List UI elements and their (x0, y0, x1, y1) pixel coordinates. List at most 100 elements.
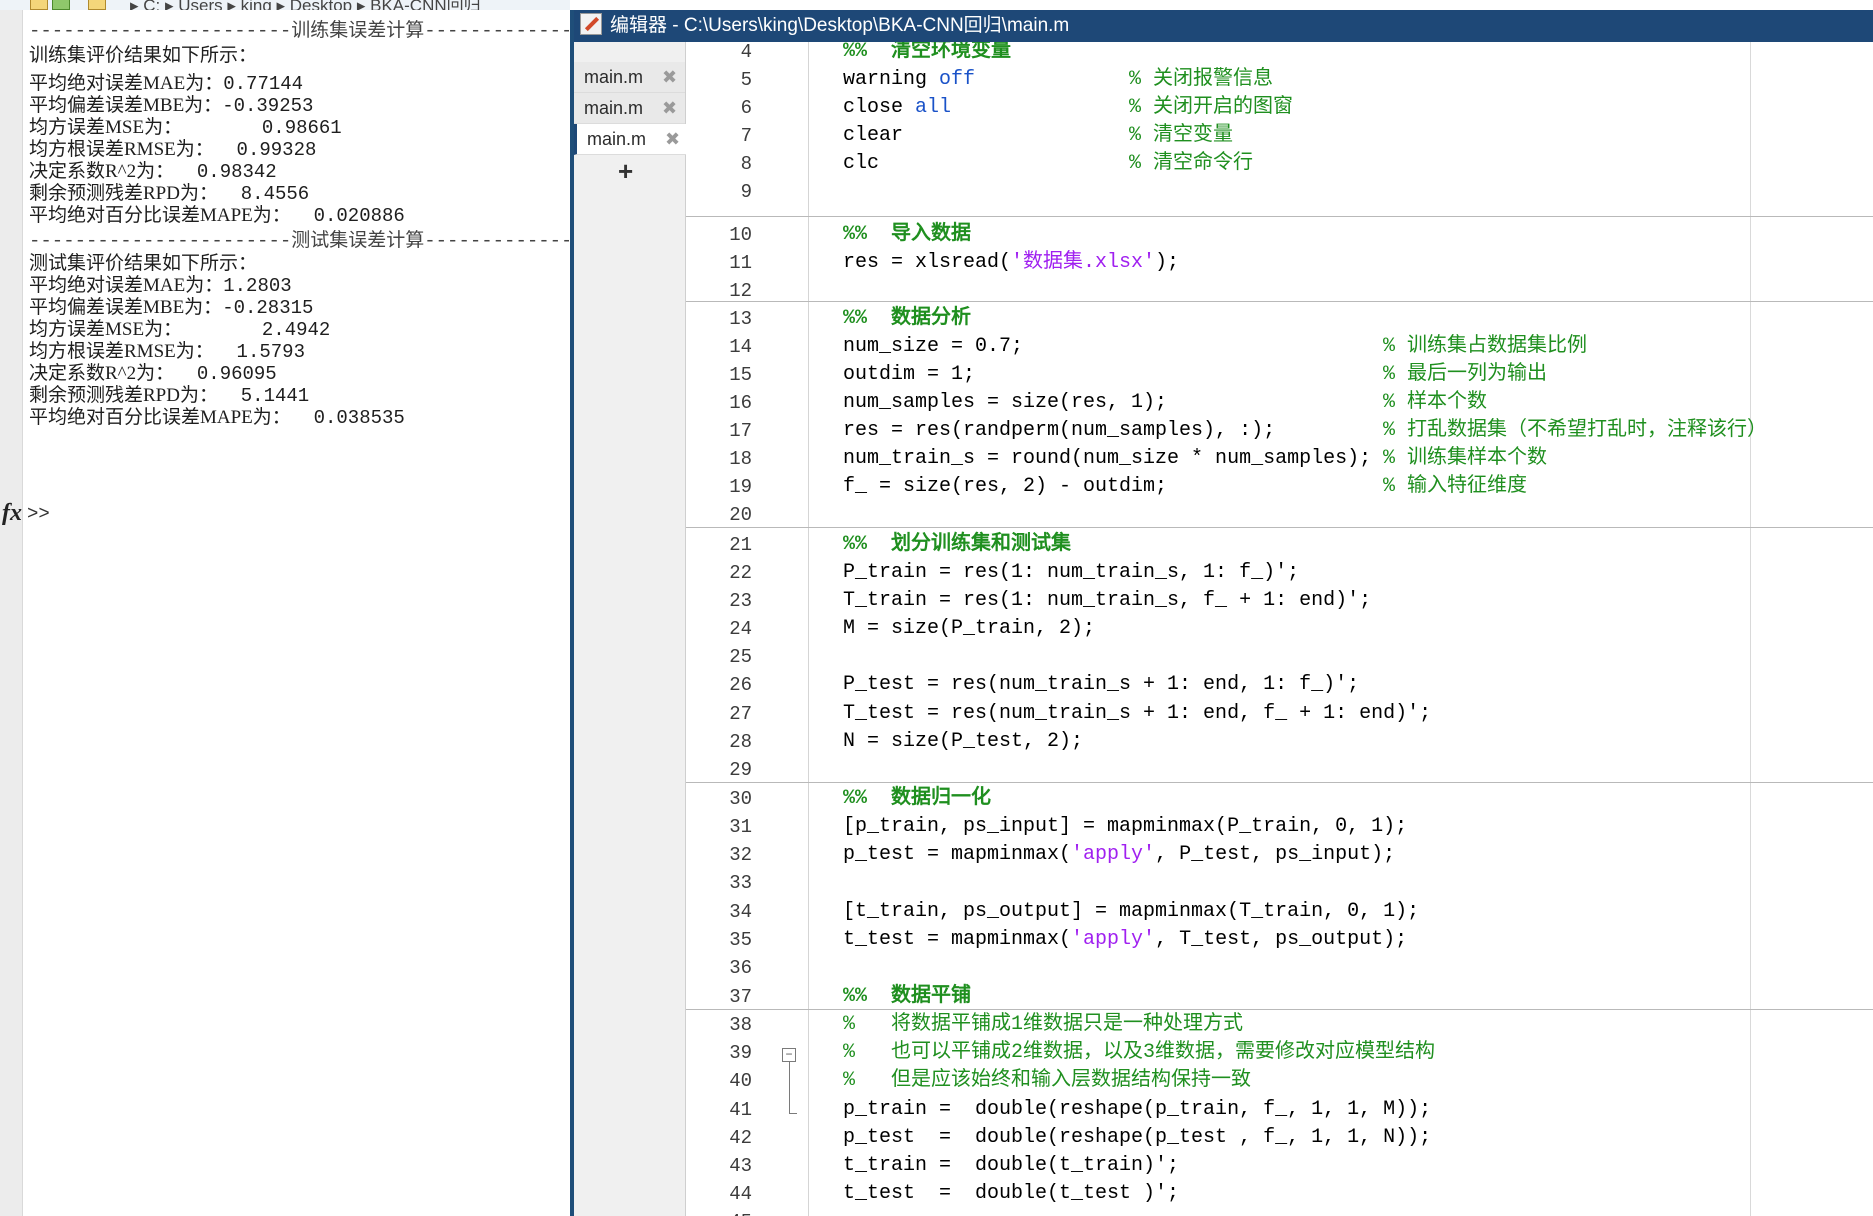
line-number: 37 (729, 986, 752, 1008)
code-line-7[interactable]: clear (843, 122, 903, 150)
line-number: 18 (729, 448, 752, 470)
comment-line-14: % 训练集占数据集比例 (1383, 335, 1588, 358)
line-number: 20 (729, 504, 752, 526)
line-number: 27 (729, 703, 752, 725)
code-line-17[interactable]: res = res(randperm(num_samples), :); (843, 417, 1275, 445)
comment-line-16: % 样本个数 (1383, 391, 1488, 414)
line-number: 5 (740, 69, 752, 91)
train-header: -----------------------训练集误差计算----------… (29, 20, 569, 41)
line-number: 13 (729, 308, 752, 330)
line-number: 16 (729, 392, 752, 414)
line-number: 28 (729, 731, 752, 753)
line-number: 14 (729, 336, 752, 358)
editor-title: 编辑器 - C:\Users\king\Desktop\BKA-CNN回归\ma… (610, 15, 1070, 36)
add-tab-button[interactable]: + (618, 156, 633, 187)
right-margin-line (1750, 42, 1751, 1216)
comment-line-19: % 输入特征维度 (1383, 475, 1528, 498)
code-line-27[interactable]: T_test = res(num_train_s + 1: end, f_ + … (843, 700, 1431, 728)
command-prompt[interactable]: >> (27, 503, 50, 525)
code-line-14[interactable]: num_size = 0.7; (843, 333, 1023, 361)
fx-icon[interactable]: fx (2, 500, 22, 527)
line-number: 25 (729, 646, 752, 668)
fold-toggle-icon[interactable]: − (782, 1048, 796, 1062)
code-line-6[interactable]: close all (843, 94, 951, 122)
line-number: 4 (740, 42, 752, 63)
tab-main-2[interactable]: main.m ✖ (574, 93, 685, 124)
test-header: -----------------------测试集误差计算----------… (29, 230, 569, 251)
code-line-30[interactable]: %% 数据归一化 (843, 785, 991, 813)
comment-line-8: % 清空命令行 (1129, 152, 1254, 175)
line-number: 17 (729, 420, 752, 442)
code-line-37[interactable]: %% 数据平铺 (843, 983, 971, 1011)
comment-line-40: % 但是应该始终和输入层数据结构保持一致 (843, 1069, 1252, 1092)
comment-line-18: % 训练集样本个数 (1383, 447, 1548, 470)
code-line-43[interactable]: t_train = double(t_train)'; (843, 1152, 1179, 1180)
code-line-28[interactable]: N = size(P_test, 2); (843, 728, 1083, 756)
comment-line-6: % 关闭开启的图窗 (1129, 96, 1294, 119)
code-line-35[interactable]: t_test = mapminmax('apply', T_test, ps_o… (843, 926, 1407, 954)
line-number: 38 (729, 1014, 752, 1036)
line-number: 24 (729, 618, 752, 640)
code-line-18[interactable]: num_train_s = round(num_size * num_sampl… (843, 445, 1371, 473)
code-line-8[interactable]: clc (843, 150, 879, 178)
code-line-10[interactable]: %% 导入数据 (843, 221, 971, 249)
code-line-13[interactable]: %% 数据分析 (843, 305, 971, 333)
code-editor[interactable]: 4 5 6 7 8 9 10 11 12 13 14 15 16 17 18 19 20 21 22 23 24 25 26… (686, 42, 1873, 1216)
editor-title-bar: 编辑器 - C:\Users\king\Desktop\BKA-CNN回归\ma… (574, 10, 1873, 42)
test-mape: 平均绝对百分比误差MAPE为： 0.038535 (29, 407, 405, 429)
line-number: 39 (729, 1042, 752, 1064)
line-number: 21 (729, 534, 752, 556)
line-number: 8 (740, 153, 752, 175)
code-line-32[interactable]: p_test = mapminmax('apply', P_test, ps_i… (843, 841, 1395, 869)
line-number: 40 (729, 1070, 752, 1092)
code-line-19[interactable]: f_ = size(res, 2) - outdim; (843, 473, 1167, 501)
line-number: 33 (729, 872, 752, 894)
line-number: 44 (729, 1183, 752, 1205)
code-line-15[interactable]: outdim = 1; (843, 361, 975, 389)
code-line-4[interactable]: %% 清空环境变量 (843, 42, 1011, 66)
command-window-gutter (0, 10, 23, 1216)
cell-separator (686, 216, 1873, 217)
line-number: 10 (729, 224, 752, 246)
line-number: 32 (729, 844, 752, 866)
code-line-44[interactable]: t_test = double(t_test )'; (843, 1180, 1179, 1208)
code-line-16[interactable]: num_samples = size(res, 1); (843, 389, 1167, 417)
comment-line-15: % 最后一列为输出 (1383, 363, 1548, 386)
line-number: 45 (686, 1208, 752, 1216)
code-line-22[interactable]: P_train = res(1: num_train_s, 1: f_)'; (843, 559, 1299, 587)
tab-main-1[interactable]: main.m ✖ (574, 62, 685, 93)
code-line-42[interactable]: p_test = double(reshape(p_test , f_, 1, … (843, 1124, 1431, 1152)
tab-main-3[interactable]: main.m ✖ (574, 124, 688, 155)
fold-guide (789, 1062, 790, 1114)
comment-line-17: % 打乱数据集（不希望打乱时，注释该行） (1383, 419, 1768, 442)
fold-guide-end (789, 1113, 797, 1114)
code-line-31[interactable]: [p_train, ps_input] = mapminmax(P_train,… (843, 813, 1407, 841)
line-number: 43 (729, 1155, 752, 1177)
line-number: 11 (729, 252, 752, 274)
line-number: 26 (729, 674, 752, 696)
up-folder-icon[interactable] (52, 0, 70, 10)
folder-icon (88, 0, 106, 10)
line-number: 19 (729, 476, 752, 498)
comment-line-5: % 关闭报警信息 (1129, 68, 1274, 91)
code-line-26[interactable]: P_test = res(num_train_s + 1: end, 1: f_… (843, 671, 1359, 699)
cell-separator (686, 782, 1873, 783)
close-icon[interactable]: ✖ (665, 124, 680, 154)
command-window[interactable]: -----------------------训练集误差计算----------… (23, 10, 570, 1216)
close-icon[interactable]: ✖ (662, 62, 677, 92)
code-line-21[interactable]: %% 划分训练集和测试集 (843, 531, 1071, 559)
code-line-24[interactable]: M = size(P_train, 2); (843, 615, 1095, 643)
line-number: 34 (729, 901, 752, 923)
code-line-23[interactable]: T_train = res(1: num_train_s, f_ + 1: en… (843, 587, 1371, 615)
line-number: 22 (729, 562, 752, 584)
editor-icon (580, 13, 602, 35)
code-line-34[interactable]: [t_train, ps_output] = mapminmax(T_train… (843, 898, 1419, 926)
folder-icon (30, 0, 48, 10)
code-line-11[interactable]: res = xlsread('数据集.xlsx'); (843, 249, 1179, 277)
line-number: 41 (729, 1099, 752, 1121)
close-icon[interactable]: ✖ (662, 93, 677, 123)
cell-separator (686, 527, 1873, 528)
cell-separator (686, 301, 1873, 302)
code-line-5[interactable]: warning off (843, 66, 975, 94)
code-line-41[interactable]: p_train = double(reshape(p_train, f_, 1,… (843, 1096, 1431, 1124)
